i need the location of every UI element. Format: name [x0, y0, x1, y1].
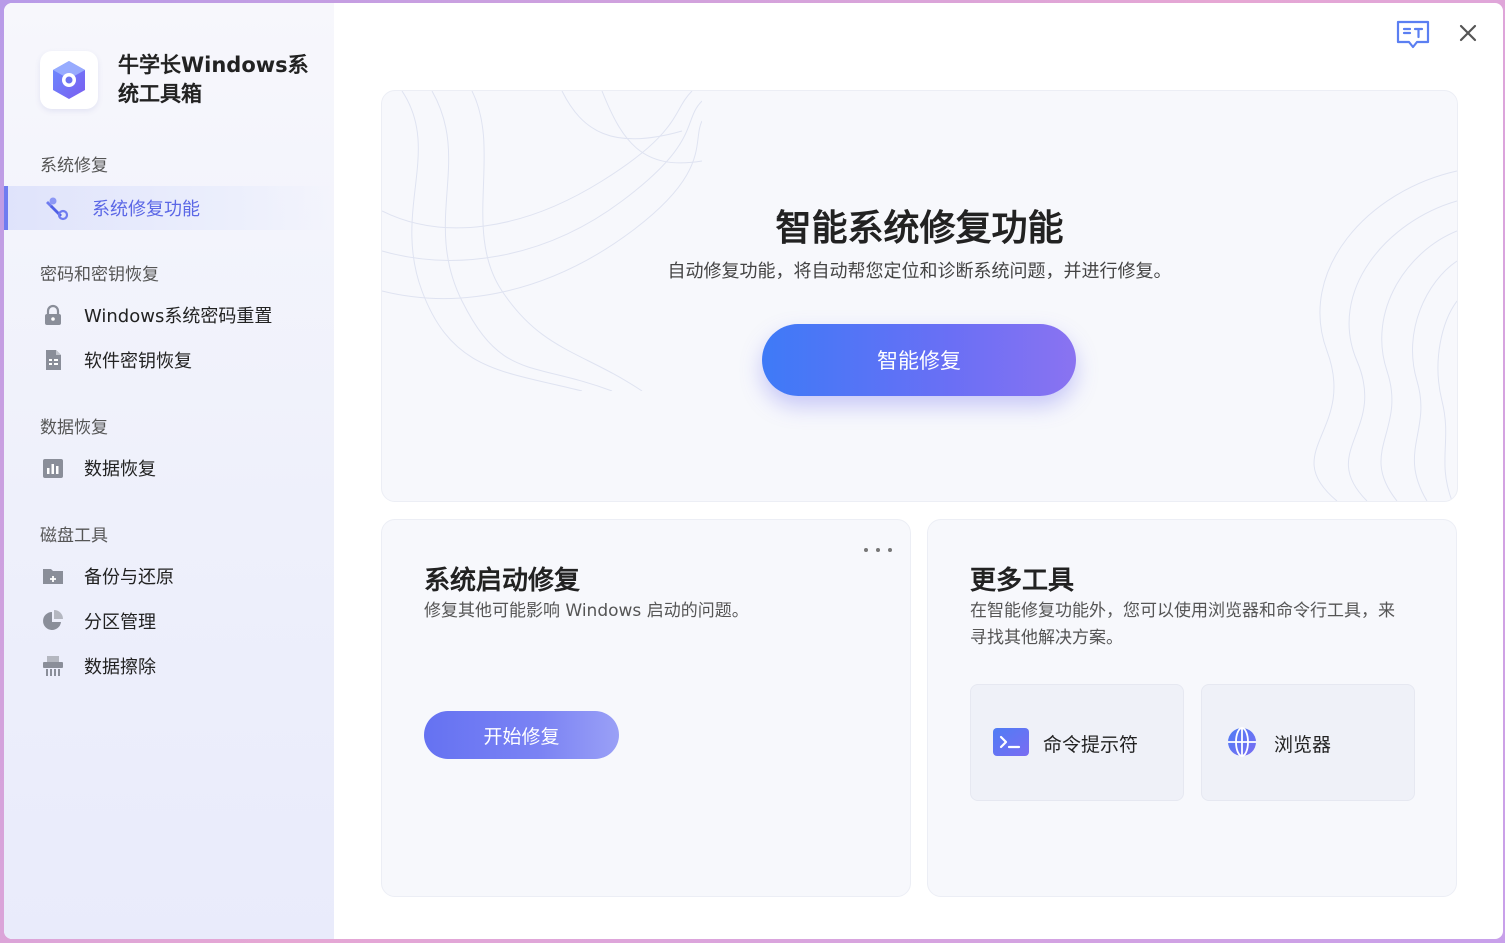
group-title-password: 密码和密钥恢复 [40, 265, 159, 285]
more-options-button[interactable] [864, 542, 892, 558]
sidebar-item-partition-management[interactable]: 分区管理 [4, 599, 334, 643]
sidebar-item-label: 分区管理 [84, 612, 156, 633]
sidebar-item-software-key-recovery[interactable]: 软件密钥恢复 [4, 338, 334, 382]
sidebar-item-system-repair[interactable]: 系统修复功能 [4, 186, 334, 230]
feedback-icon [1396, 20, 1430, 49]
sidebar-item-backup-restore[interactable]: 备份与还原 [4, 554, 334, 598]
boot-repair-card: 系统启动修复 修复其他可能影响 Windows 启动的问题。 开始修复 [381, 519, 911, 897]
hero-description: 自动修复功能，将自动帮您定位和诊断系统问题，并进行修复。 [667, 261, 1172, 282]
globe-icon [1228, 727, 1256, 757]
sidebar-item-label: 数据恢复 [84, 459, 156, 480]
boot-repair-title: 系统启动修复 [424, 566, 581, 596]
folder-icon [40, 563, 66, 589]
group-title-system-repair: 系统修复 [40, 156, 108, 176]
sidebar-item-label: 软件密钥恢复 [84, 351, 192, 372]
sidebar-item-label: 数据擦除 [84, 657, 156, 678]
app-title-line2: 统工具箱 [118, 82, 202, 106]
document-icon [40, 347, 66, 373]
feedback-button[interactable] [1395, 19, 1431, 51]
sidebar-item-data-recovery[interactable]: 数据恢复 [4, 446, 334, 490]
wrench-icon [44, 195, 70, 221]
dot-icon [888, 548, 892, 552]
lock-icon [40, 302, 66, 328]
browser-label: 浏览器 [1274, 734, 1332, 756]
close-button[interactable] [1454, 19, 1482, 47]
sidebar-item-data-erase[interactable]: 数据擦除 [4, 644, 334, 688]
sidebar-item-windows-password-reset[interactable]: Windows系统密码重置 [4, 293, 334, 337]
app-title: 牛学长Windows系 统工具箱 [118, 51, 318, 109]
boot-repair-description: 修复其他可能影响 Windows 启动的问题。 [424, 601, 749, 621]
start-repair-button[interactable]: 开始修复 [424, 711, 619, 759]
terminal-icon [993, 728, 1029, 756]
group-title-data-recovery: 数据恢复 [40, 418, 108, 438]
dot-icon [864, 548, 868, 552]
close-icon [1459, 24, 1477, 42]
bar-chart-icon [40, 455, 66, 481]
smart-repair-button[interactable]: 智能修复 [762, 324, 1076, 396]
hero-title: 智能系统修复功能 [775, 208, 1064, 249]
smart-repair-panel: 智能系统修复功能 自动修复功能，将自动帮您定位和诊断系统问题，并进行修复。 智能… [381, 90, 1458, 502]
pie-chart-icon [40, 608, 66, 634]
more-tools-card: 更多工具 在智能修复功能外，您可以使用浏览器和命令行工具，来寻找其他解决方案。 … [927, 519, 1457, 897]
command-prompt-tile[interactable]: 命令提示符 [970, 684, 1184, 801]
sidebar-item-label: Windows系统密码重置 [84, 306, 273, 327]
more-tools-title: 更多工具 [970, 566, 1075, 596]
group-title-disk-tools: 磁盘工具 [40, 526, 108, 546]
app-logo-icon [40, 51, 98, 109]
app-title-line1: 牛学长Windows系 [118, 53, 309, 77]
command-prompt-label: 命令提示符 [1043, 734, 1139, 756]
more-tools-description: 在智能修复功能外，您可以使用浏览器和命令行工具，来寻找其他解决方案。 [970, 601, 1395, 648]
dot-icon [876, 548, 880, 552]
sidebar: 牛学长Windows系 统工具箱 系统修复 系统修复功能 密码和密钥恢复 Win… [4, 3, 334, 939]
app-window: 牛学长Windows系 统工具箱 系统修复 系统修复功能 密码和密钥恢复 Win… [4, 3, 1503, 939]
sidebar-item-label: 系统修复功能 [92, 199, 200, 220]
shredder-icon [40, 653, 66, 679]
browser-tile[interactable]: 浏览器 [1201, 684, 1415, 801]
sidebar-item-label: 备份与还原 [84, 567, 174, 588]
